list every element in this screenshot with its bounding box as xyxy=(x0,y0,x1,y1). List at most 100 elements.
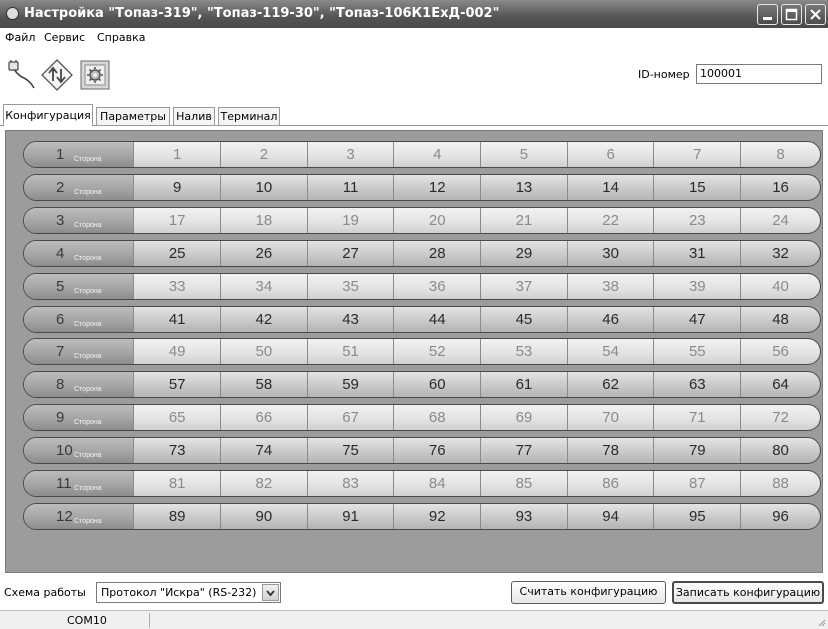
post-cell[interactable]: 45 xyxy=(480,307,567,332)
post-cell[interactable]: 13 xyxy=(480,175,567,200)
post-cell[interactable]: 89 xyxy=(133,504,220,529)
post-cell[interactable]: 53 xyxy=(480,339,567,364)
post-cell[interactable]: 80 xyxy=(740,438,820,463)
post-cell[interactable]: 4 xyxy=(393,142,480,167)
side-button[interactable]: 8 Сторона xyxy=(24,372,134,397)
post-cell[interactable]: 38 xyxy=(566,274,654,299)
exchange-icon[interactable] xyxy=(41,59,73,91)
post-cell[interactable]: 55 xyxy=(653,339,740,364)
post-cell[interactable]: 51 xyxy=(306,339,394,364)
post-cell[interactable]: 58 xyxy=(220,372,307,397)
post-cell[interactable]: 83 xyxy=(306,471,394,496)
post-cell[interactable]: 78 xyxy=(566,438,654,463)
post-cell[interactable]: 24 xyxy=(740,208,820,233)
post-cell[interactable]: 62 xyxy=(566,372,654,397)
write-configuration-button[interactable]: Записать конфигурацию xyxy=(672,581,824,604)
post-cell[interactable]: 21 xyxy=(480,208,567,233)
post-cell[interactable]: 25 xyxy=(133,241,220,266)
post-cell[interactable]: 36 xyxy=(393,274,480,299)
post-cell[interactable]: 34 xyxy=(220,274,307,299)
post-cell[interactable]: 47 xyxy=(653,307,740,332)
post-cell[interactable]: 22 xyxy=(566,208,654,233)
post-cell[interactable]: 44 xyxy=(393,307,480,332)
side-button[interactable]: 10 Сторона xyxy=(24,438,134,463)
post-cell[interactable]: 6 xyxy=(566,142,654,167)
post-cell[interactable]: 71 xyxy=(653,405,740,430)
resize-grip-icon[interactable] xyxy=(816,617,826,627)
tab-parameters[interactable]: Параметры xyxy=(96,107,170,125)
post-cell[interactable]: 67 xyxy=(306,405,394,430)
post-cell[interactable]: 43 xyxy=(306,307,394,332)
tab-terminal[interactable]: Терминал xyxy=(218,107,280,125)
post-cell[interactable]: 32 xyxy=(740,241,820,266)
post-cell[interactable]: 91 xyxy=(306,504,394,529)
post-cell[interactable]: 26 xyxy=(220,241,307,266)
post-cell[interactable]: 75 xyxy=(306,438,394,463)
post-cell[interactable]: 92 xyxy=(393,504,480,529)
post-cell[interactable]: 87 xyxy=(653,471,740,496)
id-number-field[interactable]: 100001 xyxy=(696,64,822,84)
post-cell[interactable]: 64 xyxy=(740,372,820,397)
post-cell[interactable]: 70 xyxy=(566,405,654,430)
post-cell[interactable]: 5 xyxy=(480,142,567,167)
post-cell[interactable]: 50 xyxy=(220,339,307,364)
post-cell[interactable]: 49 xyxy=(133,339,220,364)
post-cell[interactable]: 59 xyxy=(306,372,394,397)
side-button[interactable]: 12 Сторона xyxy=(24,504,134,529)
post-cell[interactable]: 12 xyxy=(393,175,480,200)
post-cell[interactable]: 94 xyxy=(566,504,654,529)
scheme-select[interactable]: Протокол "Искра" (RS-232) xyxy=(96,582,281,603)
post-cell[interactable]: 46 xyxy=(566,307,654,332)
post-cell[interactable]: 66 xyxy=(220,405,307,430)
post-cell[interactable]: 19 xyxy=(306,208,394,233)
post-cell[interactable]: 95 xyxy=(653,504,740,529)
post-cell[interactable]: 20 xyxy=(393,208,480,233)
side-button[interactable]: 4 Сторона xyxy=(24,241,134,266)
tab-filling[interactable]: Налив xyxy=(173,107,215,125)
tab-configuration[interactable]: Конфигурация xyxy=(3,104,93,126)
side-button[interactable]: 1 Сторона xyxy=(24,142,134,167)
post-cell[interactable]: 39 xyxy=(653,274,740,299)
side-button[interactable]: 3 Сторона xyxy=(24,208,134,233)
post-cell[interactable]: 35 xyxy=(306,274,394,299)
post-cell[interactable]: 37 xyxy=(480,274,567,299)
post-cell[interactable]: 41 xyxy=(133,307,220,332)
post-cell[interactable]: 63 xyxy=(653,372,740,397)
post-cell[interactable]: 9 xyxy=(133,175,220,200)
post-cell[interactable]: 76 xyxy=(393,438,480,463)
post-cell[interactable]: 7 xyxy=(653,142,740,167)
post-cell[interactable]: 17 xyxy=(133,208,220,233)
post-cell[interactable]: 93 xyxy=(480,504,567,529)
post-cell[interactable]: 23 xyxy=(653,208,740,233)
side-button[interactable]: 11 Сторона xyxy=(24,471,134,496)
post-cell[interactable]: 88 xyxy=(740,471,820,496)
post-cell[interactable]: 48 xyxy=(740,307,820,332)
post-cell[interactable]: 60 xyxy=(393,372,480,397)
post-cell[interactable]: 85 xyxy=(480,471,567,496)
connection-icon[interactable] xyxy=(6,60,36,90)
chevron-down-icon[interactable] xyxy=(262,584,279,601)
post-cell[interactable]: 27 xyxy=(306,241,394,266)
post-cell[interactable]: 61 xyxy=(480,372,567,397)
post-cell[interactable]: 2 xyxy=(220,142,307,167)
post-cell[interactable]: 56 xyxy=(740,339,820,364)
post-cell[interactable]: 54 xyxy=(566,339,654,364)
menu-file[interactable]: Файл xyxy=(5,31,35,44)
post-cell[interactable]: 3 xyxy=(306,142,394,167)
post-cell[interactable]: 68 xyxy=(393,405,480,430)
maximize-button[interactable] xyxy=(781,4,802,25)
post-cell[interactable]: 14 xyxy=(566,175,654,200)
side-button[interactable]: 9 Сторона xyxy=(24,405,134,430)
side-button[interactable]: 6 Сторона xyxy=(24,307,134,332)
post-cell[interactable]: 31 xyxy=(653,241,740,266)
post-cell[interactable]: 33 xyxy=(133,274,220,299)
post-cell[interactable]: 18 xyxy=(220,208,307,233)
post-cell[interactable]: 77 xyxy=(480,438,567,463)
post-cell[interactable]: 30 xyxy=(566,241,654,266)
post-cell[interactable]: 15 xyxy=(653,175,740,200)
side-button[interactable]: 7 Сторона xyxy=(24,339,134,364)
menu-service[interactable]: Сервис xyxy=(44,31,85,44)
post-cell[interactable]: 90 xyxy=(220,504,307,529)
post-cell[interactable]: 86 xyxy=(566,471,654,496)
side-button[interactable]: 2 Сторона xyxy=(24,175,134,200)
